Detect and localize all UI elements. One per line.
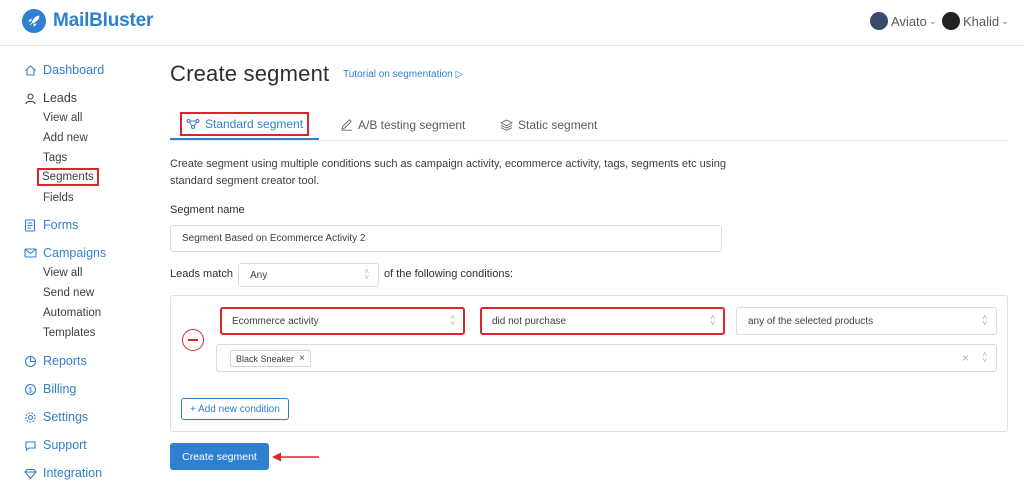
user-avatar-icon bbox=[942, 12, 960, 30]
sidebar-item-leads-view-all[interactable]: View all bbox=[43, 112, 82, 124]
brand-logo[interactable]: MailBluster bbox=[22, 9, 153, 33]
diamond-icon bbox=[23, 466, 37, 480]
mail-icon bbox=[23, 246, 37, 260]
gear-icon bbox=[23, 410, 37, 424]
home-icon bbox=[23, 63, 37, 77]
sidebar: Dashboard Leads View all Add new Tags Se… bbox=[0, 46, 140, 497]
tab-label: Standard segment bbox=[205, 117, 304, 131]
sidebar-item-leads-add-new[interactable]: Add new bbox=[43, 132, 88, 144]
dollar-icon: $ bbox=[23, 382, 37, 396]
chevron-updown-icon: ˄ ˅ bbox=[982, 313, 987, 328]
pen-icon bbox=[340, 119, 353, 131]
leads-match-tail: of the following conditions: bbox=[384, 268, 514, 280]
remove-tag-icon[interactable]: × bbox=[299, 353, 305, 364]
sidebar-item-campaigns[interactable]: Campaigns bbox=[23, 246, 106, 260]
user-menu[interactable]: Khalid ⌄ bbox=[942, 12, 1009, 30]
condition-field-value: Ecommerce activity bbox=[232, 315, 319, 327]
chevron-updown-icon: ˄ ˅ bbox=[982, 350, 987, 365]
sidebar-item-leads[interactable]: Leads bbox=[23, 91, 77, 105]
tab-label: A/B testing segment bbox=[358, 118, 466, 132]
sidebar-item-forms[interactable]: Forms bbox=[23, 218, 78, 232]
segment-name-label: Segment name bbox=[170, 204, 245, 216]
leads-match-select[interactable]: Any ˄ ˅ bbox=[238, 263, 379, 287]
condition-field-select[interactable]: Ecommerce activity ˄ ˅ bbox=[220, 307, 465, 335]
sidebar-item-support[interactable]: Support bbox=[23, 438, 87, 452]
tab-standard-segment[interactable]: Standard segment bbox=[170, 110, 320, 140]
sidebar-item-label: Settings bbox=[43, 410, 89, 424]
top-bar: MailBluster Aviato ⌄ Khalid ⌄ bbox=[0, 0, 1024, 46]
sidebar-item-tags[interactable]: Tags bbox=[43, 152, 67, 164]
network-icon bbox=[186, 118, 200, 130]
sidebar-item-templates[interactable]: Templates bbox=[43, 327, 95, 339]
sidebar-item-send-new[interactable]: Send new bbox=[43, 287, 94, 299]
layers-icon bbox=[500, 119, 513, 131]
selected-product-tag: Black Sneaker × bbox=[230, 350, 311, 367]
sidebar-item-label: Campaigns bbox=[43, 246, 107, 260]
org-name: Aviato bbox=[891, 13, 927, 29]
sidebar-item-segments[interactable]: Segments bbox=[37, 168, 99, 186]
chat-icon bbox=[23, 438, 37, 452]
sidebar-item-reports[interactable]: Reports bbox=[23, 354, 87, 368]
minus-icon bbox=[188, 339, 198, 341]
sidebar-item-label: Forms bbox=[43, 218, 79, 232]
segment-type-tabs: Standard segment A/B testing segment Sta… bbox=[170, 110, 1008, 141]
pointer-arrow-icon bbox=[272, 452, 319, 462]
sidebar-item-label: Integration bbox=[43, 466, 103, 480]
sidebar-item-billing[interactable]: $ Billing bbox=[23, 382, 76, 396]
brand-name: MailBluster bbox=[53, 10, 154, 31]
chevron-down-icon: ⌄ bbox=[928, 15, 937, 26]
tab-static-segment[interactable]: Static segment bbox=[500, 110, 597, 140]
condition-operator-select[interactable]: did not purchase ˄ ˅ bbox=[480, 307, 725, 335]
chevron-updown-icon: ˄ ˅ bbox=[364, 267, 369, 282]
sidebar-item-dashboard[interactable]: Dashboard bbox=[23, 63, 104, 77]
condition-target-value: any of the selected products bbox=[748, 315, 874, 327]
sidebar-item-settings[interactable]: Settings bbox=[23, 410, 88, 424]
leads-match-value: Any bbox=[250, 269, 268, 281]
tag-label: Black Sneaker bbox=[236, 353, 295, 364]
sidebar-item-label: Dashboard bbox=[43, 63, 105, 77]
product-multiselect[interactable]: Black Sneaker × × ˄ ˅ bbox=[216, 344, 997, 372]
rocket-icon bbox=[22, 9, 46, 33]
page-title: Create segment bbox=[170, 61, 330, 86]
leads-match-label: Leads match bbox=[170, 268, 233, 280]
svg-text:$: $ bbox=[28, 385, 33, 394]
chevron-updown-icon: ˄ ˅ bbox=[710, 313, 715, 328]
org-avatar-icon bbox=[870, 12, 888, 30]
chevron-down-icon: ⌄ bbox=[1001, 15, 1009, 26]
user-icon bbox=[23, 91, 37, 105]
sidebar-item-label: Leads bbox=[43, 91, 78, 105]
conditions-panel: Ecommerce activity ˄ ˅ did not purchase ˄… bbox=[170, 295, 1008, 432]
tab-ab-testing-segment[interactable]: A/B testing segment bbox=[340, 110, 465, 140]
tab-label: Static segment bbox=[518, 118, 598, 132]
user-name: Khalid bbox=[963, 13, 1000, 29]
clear-selection-icon[interactable]: × bbox=[962, 351, 969, 365]
sidebar-item-fields[interactable]: Fields bbox=[43, 192, 74, 204]
condition-operator-value: did not purchase bbox=[492, 315, 566, 327]
condition-target-select[interactable]: any of the selected products ˄ ˅ bbox=[736, 307, 997, 335]
org-switcher[interactable]: Aviato ⌄ bbox=[870, 12, 936, 30]
pie-chart-icon bbox=[23, 354, 37, 368]
tab-highlight: Standard segment bbox=[180, 112, 310, 136]
tutorial-link[interactable]: Tutorial on segmentation ▷ bbox=[343, 69, 463, 80]
sidebar-item-campaigns-view-all[interactable]: View all bbox=[43, 267, 82, 279]
sidebar-item-integration[interactable]: Integration bbox=[23, 466, 102, 480]
sidebar-item-automation[interactable]: Automation bbox=[43, 307, 101, 319]
create-segment-button[interactable]: Create segment bbox=[170, 443, 269, 470]
sidebar-item-label: Billing bbox=[43, 382, 77, 396]
form-icon bbox=[23, 218, 37, 232]
chevron-updown-icon: ˄ ˅ bbox=[450, 313, 455, 328]
sidebar-item-label: Support bbox=[43, 438, 87, 452]
remove-condition-button[interactable] bbox=[182, 329, 204, 351]
segment-description: Create segment using multiple conditions… bbox=[170, 158, 726, 187]
add-condition-button[interactable]: + Add new condition bbox=[181, 398, 289, 420]
segment-name-input[interactable]: Segment Based on Ecommerce Activity 2 bbox=[170, 225, 722, 252]
sidebar-item-label: Reports bbox=[43, 354, 87, 368]
